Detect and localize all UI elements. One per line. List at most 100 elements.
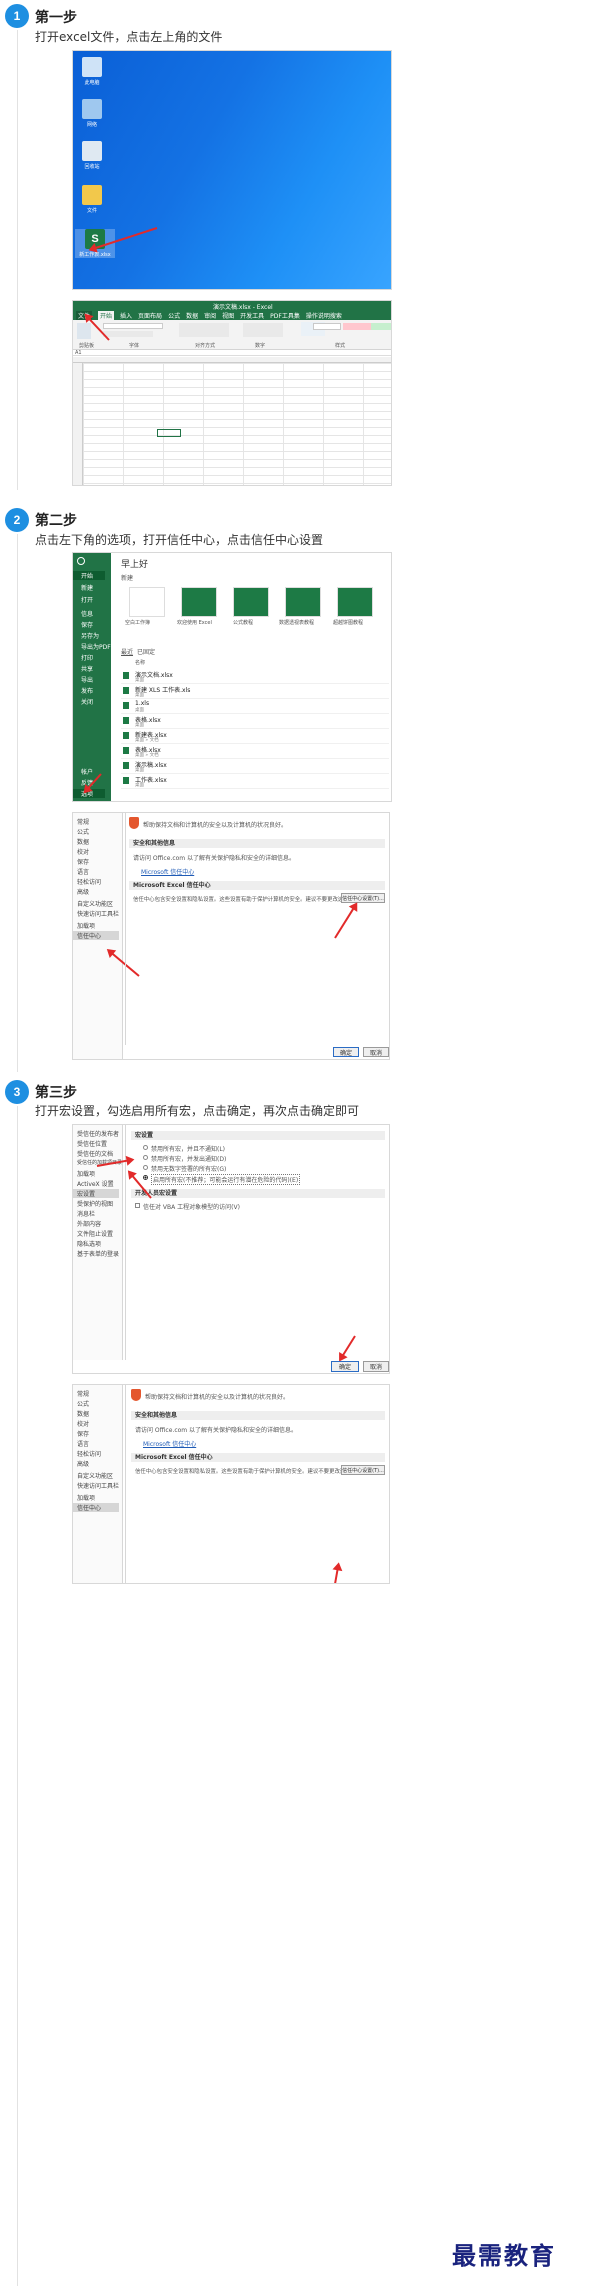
nav-item-close[interactable]: 关闭	[81, 697, 93, 706]
tab-insert[interactable]: 插入	[120, 311, 132, 320]
desktop-icon[interactable]: 此电脑	[75, 57, 109, 86]
nav-item-info[interactable]: 信息	[81, 609, 93, 618]
privacy-link[interactable]: Microsoft 信任中心	[141, 867, 194, 876]
align-buttons[interactable]	[179, 323, 229, 337]
nav-item[interactable]: 受保护的视图	[77, 1199, 113, 1208]
desktop-icon[interactable]: 网络	[75, 99, 109, 128]
nav-item-save[interactable]: 保存	[77, 857, 89, 866]
nav-item-customize-ribbon[interactable]: 自定义功能区	[77, 899, 113, 908]
tab-pinned[interactable]: 已固定	[137, 647, 155, 656]
tab-review[interactable]: 审阅	[204, 311, 216, 320]
nav-item-language[interactable]: 语言	[77, 1439, 89, 1448]
nav-item-language[interactable]: 语言	[77, 867, 89, 876]
checkbox[interactable]	[135, 1203, 140, 1208]
privacy-link[interactable]: Microsoft 信任中心	[143, 1439, 196, 1448]
nav-item[interactable]: 加载项	[77, 1169, 95, 1178]
nav-item-accessibility[interactable]: 轻松访问	[77, 1449, 101, 1458]
style-normal[interactable]	[313, 323, 341, 330]
style-bad[interactable]	[343, 323, 371, 330]
tab-pdf[interactable]: PDF工具集	[270, 311, 300, 320]
nav-item-save[interactable]: 保存	[77, 1429, 89, 1438]
nav-item[interactable]: 文件阻止设置	[77, 1229, 113, 1238]
radio-button[interactable]	[143, 1165, 148, 1170]
nav-item[interactable]: 受信任的发布者	[77, 1129, 119, 1138]
tab-recent[interactable]: 最近	[121, 647, 133, 656]
cancel-button[interactable]: 取消	[363, 1361, 389, 1372]
back-arrow-icon[interactable]	[77, 557, 85, 565]
nav-item-quick-access[interactable]: 快速访问工具栏	[77, 909, 119, 918]
nav-item-accessibility[interactable]: 轻松访问	[77, 877, 101, 886]
nav-item[interactable]: 消息栏	[77, 1209, 95, 1218]
cell-reference[interactable]: A1	[75, 350, 82, 356]
nav-item-proofing[interactable]: 校对	[77, 847, 89, 856]
recent-file-row[interactable]: 工作表.xlsx 桌面	[121, 774, 389, 789]
nav-item-print[interactable]: 打印	[81, 653, 93, 662]
recent-file-row[interactable]: 演示文档.xlsx 桌面	[121, 669, 389, 684]
nav-item-proofing[interactable]: 校对	[77, 1419, 89, 1428]
nav-item-general[interactable]: 常规	[77, 817, 89, 826]
nav-item-save-as[interactable]: 另存为	[81, 631, 99, 640]
nav-item[interactable]: 受信任位置	[77, 1139, 107, 1148]
font-select[interactable]	[103, 323, 163, 329]
radio-button[interactable]	[143, 1155, 148, 1160]
nav-item-share[interactable]: 共享	[81, 664, 93, 673]
nav-item-account[interactable]: 帐户	[81, 767, 93, 776]
tab-home[interactable]: 开始	[98, 311, 115, 320]
nav-item-data[interactable]: 数据	[77, 837, 89, 846]
ok-button[interactable]: 确定	[333, 1047, 359, 1057]
trust-center-settings-button[interactable]: 信任中心设置(T)...	[341, 1465, 385, 1475]
template-pivot[interactable]	[285, 587, 321, 617]
nav-item[interactable]: 外部内容	[77, 1219, 101, 1228]
tab-page-layout[interactable]: 页面布局	[138, 311, 162, 320]
recent-file-row[interactable]: 1.xls 桌面	[121, 699, 389, 714]
nav-item-save[interactable]: 保存	[81, 620, 93, 629]
nav-item-data[interactable]: 数据	[77, 1409, 89, 1418]
nav-item-customize-ribbon[interactable]: 自定义功能区	[77, 1471, 113, 1480]
tab-formulas[interactable]: 公式	[168, 311, 180, 320]
recent-file-row[interactable]: 新建 XLS 工作表.xls 桌面	[121, 684, 389, 699]
nav-item-export-pdf[interactable]: 导出为PDF	[81, 642, 111, 651]
nav-item-quick-access[interactable]: 快速访问工具栏	[77, 1481, 119, 1490]
desktop-icon[interactable]: 回收站	[75, 141, 109, 170]
radio-button[interactable]	[143, 1145, 148, 1150]
nav-item-general[interactable]: 常规	[77, 1389, 89, 1398]
desktop-icon[interactable]: 文件	[75, 185, 109, 214]
cancel-button[interactable]: 取消	[363, 1047, 389, 1057]
template-pie[interactable]	[337, 587, 373, 617]
nav-item-formulas[interactable]: 公式	[77, 827, 89, 836]
nav-item[interactable]: ActiveX 设置	[77, 1179, 114, 1188]
nav-item-home[interactable]: 开始	[73, 571, 105, 580]
number-format[interactable]	[243, 323, 283, 337]
trust-center-settings-button[interactable]: 信任中心设置(T)...	[341, 893, 385, 903]
tab-view[interactable]: 视图	[222, 311, 234, 320]
recent-file-row[interactable]: 表格.xlsx 桌面 » 文档	[121, 744, 389, 759]
nav-item[interactable]: 受信任的文档	[77, 1149, 113, 1158]
nav-item-export[interactable]: 导出	[81, 675, 93, 684]
recent-file-row[interactable]: 表格.xlsx 桌面	[121, 714, 389, 729]
recent-file-row[interactable]: 演示稿.xlsx 桌面	[121, 759, 389, 774]
template-blank[interactable]	[129, 587, 165, 617]
paste-icon[interactable]	[77, 323, 91, 339]
style-good[interactable]	[371, 323, 391, 330]
font-buttons[interactable]	[103, 331, 153, 337]
template-welcome[interactable]	[181, 587, 217, 617]
nav-item-formulas[interactable]: 公式	[77, 1399, 89, 1408]
nav-item-trust-center[interactable]: 信任中心	[73, 1503, 119, 1512]
template-formula[interactable]	[233, 587, 269, 617]
ok-button[interactable]: 确定	[331, 1361, 359, 1372]
selected-cell[interactable]	[157, 429, 181, 437]
nav-item-addins[interactable]: 加载项	[77, 1493, 95, 1502]
nav-item-publish[interactable]: 发布	[81, 686, 93, 695]
tab-search[interactable]: 操作说明搜索	[306, 311, 342, 320]
nav-item-advanced[interactable]: 高级	[77, 1459, 89, 1468]
nav-item-new[interactable]: 新建	[81, 583, 93, 592]
recent-file-row[interactable]: 新建表.xlsx 桌面 » 文档	[121, 729, 389, 744]
nav-item-macro-settings[interactable]: 宏设置	[73, 1189, 119, 1198]
worksheet-grid[interactable]	[83, 363, 391, 485]
nav-item[interactable]: 基于表单的登录	[77, 1249, 119, 1258]
nav-item-addins[interactable]: 加载项	[77, 921, 95, 930]
nav-item-open[interactable]: 打开	[81, 595, 93, 604]
nav-item-trust-center[interactable]: 信任中心	[73, 931, 119, 940]
formula-bar[interactable]: A1	[73, 350, 391, 356]
tab-developer[interactable]: 开发工具	[240, 311, 264, 320]
